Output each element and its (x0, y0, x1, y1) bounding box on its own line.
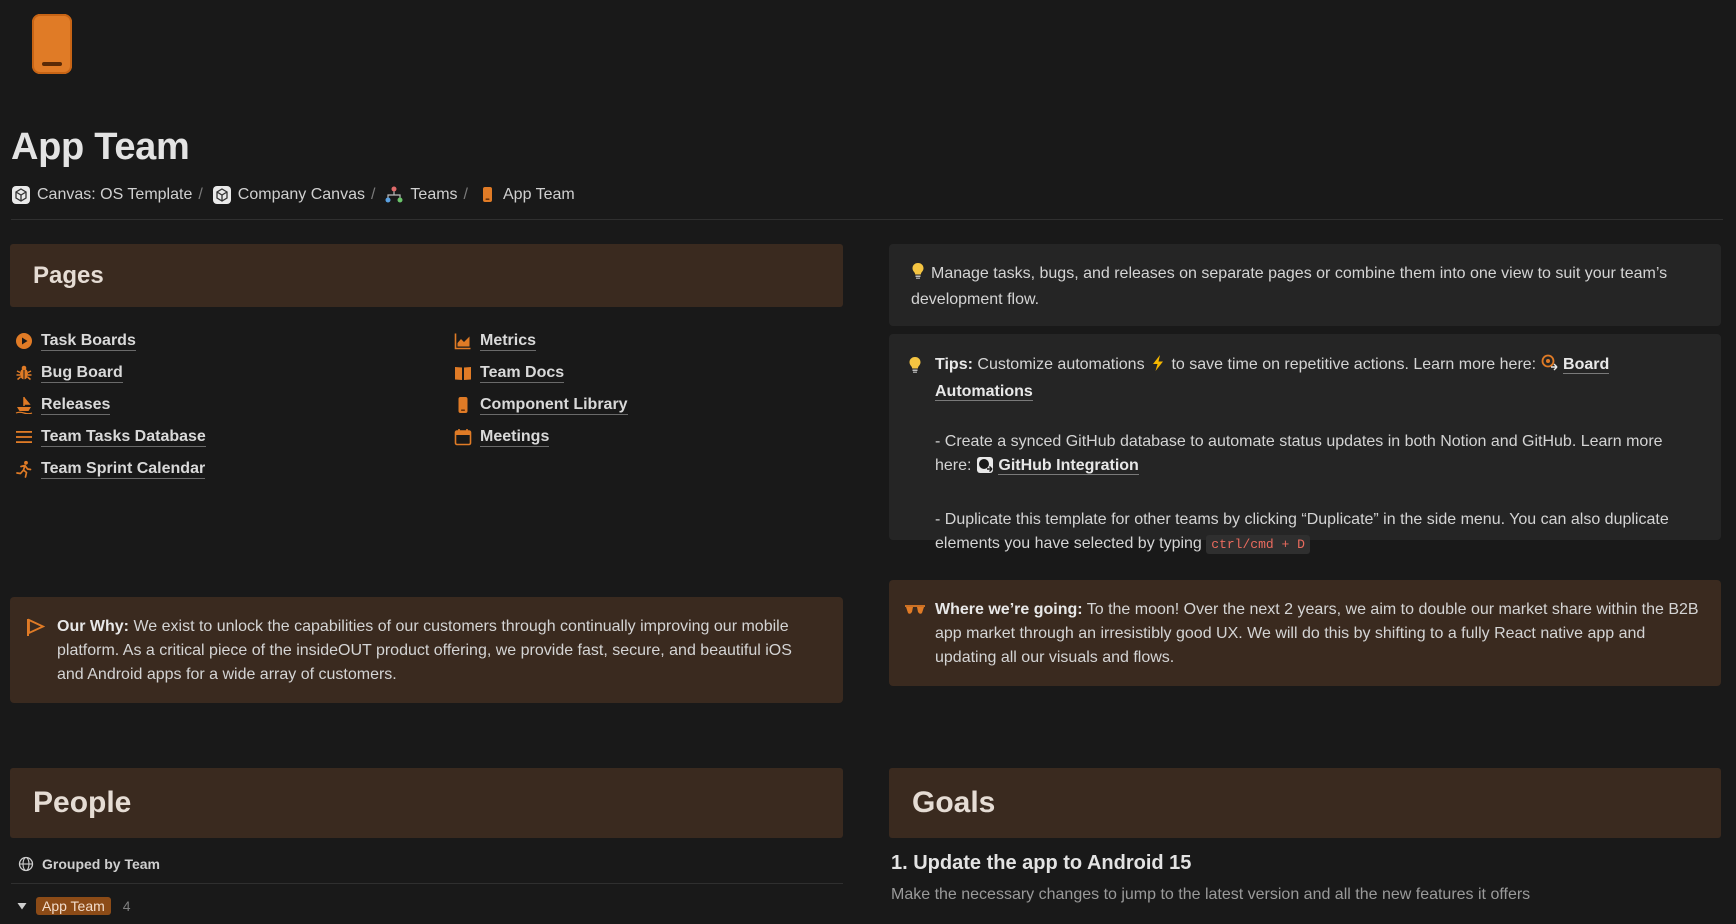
calendar-icon (454, 428, 472, 446)
github-link-icon (976, 456, 994, 482)
open-book-icon (454, 364, 472, 382)
breadcrumb-separator: / (463, 186, 468, 203)
pages-header: Pages (10, 244, 843, 307)
bug-icon (15, 364, 33, 382)
mobile-phone-icon[interactable] (32, 14, 72, 74)
pages-heading[interactable]: Pages (33, 262, 104, 290)
page-link-team-docs[interactable]: Team Docs (454, 362, 628, 384)
group-count: 4 (122, 898, 131, 914)
lightbulb-icon (908, 356, 922, 382)
flag-icon (25, 617, 46, 645)
intro-text: Manage tasks, bugs, and releases on sepa… (911, 265, 1668, 308)
divider (11, 883, 843, 884)
page-link-label: Team Sprint Calendar (41, 460, 206, 479)
tips-line-2: - Create a synced GitHub database to aut… (935, 430, 1699, 482)
tips-text-before: Customize automations (977, 356, 1145, 373)
triangle-down-icon (16, 900, 28, 912)
page-link-label: Team Tasks Database (41, 428, 206, 447)
breadcrumb-label: Canvas: OS Template (37, 186, 193, 203)
canvas-cube-icon (212, 185, 232, 205)
our-why-callout: Our Why: We exist to unlock the capabili… (10, 597, 843, 703)
page-link-label: Releases (41, 396, 111, 415)
automation-link-icon (1541, 354, 1559, 380)
grouping-control[interactable]: Grouped by Team (18, 856, 160, 872)
notion-page: App Team Canvas: OS Template / Company C… (0, 0, 1736, 924)
page-link-label: Bug Board (41, 364, 123, 383)
goal-title[interactable]: 1. Update the app to Android 15 (891, 852, 1191, 875)
breadcrumb-label: Teams (410, 186, 458, 203)
page-link-team-tasks-database[interactable]: Team Tasks Database (15, 426, 206, 448)
team-tag: App Team (36, 897, 111, 915)
page-link-bug-board[interactable]: Bug Board (15, 362, 206, 384)
where-going-callout: Where we’re going: To the moon! Over the… (889, 580, 1721, 686)
lightning-icon (1151, 354, 1165, 380)
shortcut-code: ctrl/cmd + D (1206, 535, 1310, 554)
canvas-cube-icon (11, 185, 31, 205)
tips-callout: Tips: Customize automations to save time… (889, 334, 1721, 554)
page-link-label: Team Docs (480, 364, 565, 383)
list-lines-icon (15, 428, 33, 446)
page-link-label: Component Library (480, 396, 628, 415)
page-link-metrics[interactable]: Metrics (454, 330, 628, 352)
intro-callout: Manage tasks, bugs, and releases on sepa… (889, 244, 1721, 326)
page-link-team-sprint-calendar[interactable]: Team Sprint Calendar (15, 458, 206, 480)
breadcrumb: Canvas: OS Template / Company Canvas / T… (11, 185, 575, 205)
where-going-label: Where we’re going: (935, 601, 1083, 618)
our-why-label: Our Why: (57, 618, 129, 635)
globe-icon (18, 856, 34, 872)
breadcrumb-item-teams[interactable]: Teams (384, 185, 458, 205)
play-circle-icon (15, 332, 33, 350)
breadcrumb-item-app-team[interactable]: App Team (477, 185, 575, 205)
tips-line-3: - Duplicate this template for other team… (935, 508, 1699, 557)
mobile-phone-icon (454, 396, 472, 414)
breadcrumb-label: Company Canvas (237, 186, 365, 203)
divider (11, 219, 1723, 220)
page-link-label: Meetings (480, 428, 550, 447)
pages-list-right: Metrics Team Docs Component Library Meet… (454, 330, 628, 448)
tips-text-after: to save time on repetitive actions. Lear… (1171, 356, 1537, 373)
group-toggle-app-team[interactable]: App Team 4 (16, 897, 131, 915)
running-person-icon (15, 460, 33, 478)
tips-label: Tips: (935, 356, 973, 373)
breadcrumb-item-canvas-os-template[interactable]: Canvas: OS Template (11, 185, 192, 205)
page-link-meetings[interactable]: Meetings (454, 426, 628, 448)
goals-header: Goals (889, 768, 1721, 838)
ship-icon (15, 396, 33, 414)
github-integration-link[interactable]: GitHub Integration (998, 457, 1139, 475)
page-link-releases[interactable]: Releases (15, 394, 206, 416)
area-chart-icon (454, 332, 472, 350)
lightbulb-icon (911, 262, 931, 288)
breadcrumb-separator: / (370, 186, 376, 203)
people-header: People (10, 768, 843, 838)
breadcrumb-item-company-canvas[interactable]: Company Canvas (212, 185, 365, 205)
tips-line-1: Tips: Customize automations to save time… (935, 353, 1699, 404)
sunglasses-icon (904, 602, 926, 626)
goal-description: Make the necessary changes to jump to th… (891, 886, 1531, 903)
page-title[interactable]: App Team (11, 126, 190, 169)
breadcrumb-separator: / (198, 186, 203, 203)
grouping-label: Grouped by Team (42, 856, 160, 872)
people-heading[interactable]: People (33, 786, 131, 820)
breadcrumb-label: App Team (503, 186, 575, 203)
pages-list-left: Task Boards Bug Board Releases Team Task… (15, 330, 206, 480)
mobile-phone-icon (477, 185, 497, 205)
page-link-label: Task Boards (41, 332, 136, 351)
page-link-task-boards[interactable]: Task Boards (15, 330, 206, 352)
org-chart-icon (384, 185, 404, 205)
page-link-component-library[interactable]: Component Library (454, 394, 628, 416)
our-why-text: We exist to unlock the capabilities of o… (57, 618, 792, 683)
page-link-label: Metrics (480, 332, 537, 351)
goals-heading[interactable]: Goals (912, 786, 995, 820)
